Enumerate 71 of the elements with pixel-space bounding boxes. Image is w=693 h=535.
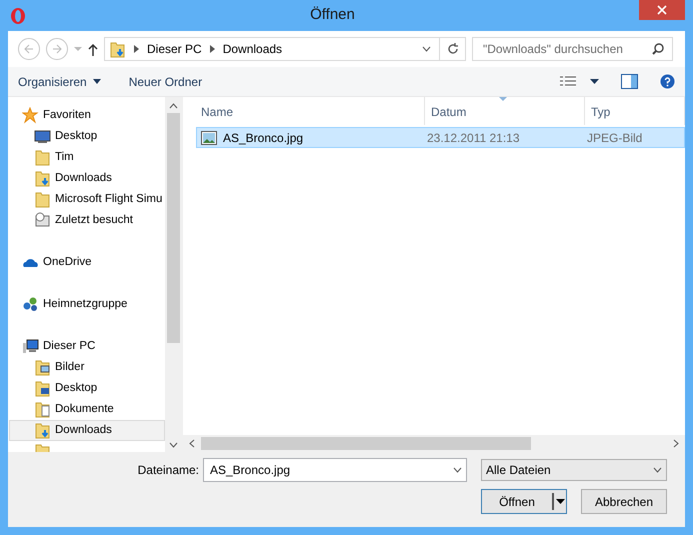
scrollbar-thumb[interactable] <box>201 437 531 450</box>
file-name: AS_Bronco.jpg <box>222 130 304 146</box>
scroll-down-icon[interactable] <box>169 442 178 448</box>
breadcrumb-item[interactable]: Downloads <box>222 40 282 58</box>
nav-item[interactable]: Dieser PC <box>9 336 165 357</box>
preview-pane-icon[interactable] <box>621 74 638 89</box>
search-box[interactable]: "Downloads" durchsuchen <box>472 37 673 61</box>
caret-icon <box>556 499 564 504</box>
download-folder-icon <box>34 170 51 187</box>
nav-item[interactable]: Dokumente <box>9 399 165 420</box>
column-header[interactable]: Typ <box>585 97 685 125</box>
open-button[interactable]: Öffnen <box>481 489 567 514</box>
app-logo-icon <box>10 6 26 24</box>
nav-item[interactable]: Tim <box>9 147 165 168</box>
file-type-dropdown[interactable]: Alle Dateien <box>481 459 667 481</box>
refresh-icon[interactable] <box>446 43 458 55</box>
nav-item[interactable]: Bilder <box>9 357 165 378</box>
nav-item[interactable]: Desktop <box>9 126 165 147</box>
nav-item[interactable]: Microsoft Flight Simu <box>9 189 165 210</box>
column-header[interactable]: Name <box>195 97 425 125</box>
file-type: JPEG-Bild <box>586 130 644 146</box>
caret-icon <box>92 79 101 84</box>
organize-button[interactable]: Organisieren <box>18 72 101 90</box>
folder-icon <box>34 149 51 166</box>
recent-places-icon <box>34 212 51 229</box>
file-row[interactable]: AS_Bronco.jpg 23.12.2011 21:13 JPEG-Bild <box>196 127 685 148</box>
arrow-icon <box>52 44 62 54</box>
desktop-folder-icon <box>34 380 51 397</box>
computer-icon <box>22 338 39 355</box>
download-folder-icon <box>109 40 126 58</box>
nav-item[interactable]: OneDrive <box>9 252 165 273</box>
address-bar[interactable]: Dieser PC Downloads <box>104 37 466 61</box>
monitor-icon <box>34 128 51 145</box>
star-icon <box>22 107 39 124</box>
image-file-icon <box>201 130 217 144</box>
scrollbar-thumb[interactable] <box>167 113 180 343</box>
nav-item[interactable]: Downloads <box>9 168 165 189</box>
cancel-button[interactable]: Abbrechen <box>581 489 667 514</box>
help-icon[interactable] <box>660 74 675 89</box>
filename-label: Dateiname: <box>138 462 199 479</box>
chevron-icon <box>134 45 139 53</box>
breadcrumb-item[interactable]: Dieser PC <box>147 40 202 58</box>
window-title: Öffnen <box>309 5 356 26</box>
view-list-icon[interactable] <box>560 76 576 88</box>
close-button[interactable] <box>639 0 685 20</box>
download-folder-icon <box>34 422 51 439</box>
filename-combo-box[interactable]: AS_Bronco.jpg <box>203 458 467 482</box>
nav-item[interactable]: Zuletzt besucht <box>9 210 165 231</box>
folder-icon <box>34 191 51 208</box>
arrow-icon <box>24 44 34 54</box>
documents-folder-icon <box>34 401 51 418</box>
pictures-folder-icon <box>34 359 51 376</box>
up-arrow-icon[interactable] <box>88 42 98 56</box>
dropdown-caret-icon <box>653 467 662 473</box>
scroll-left-icon[interactable] <box>189 439 195 448</box>
new-folder-button[interactable]: Neuer Ordner <box>128 72 202 90</box>
chevron-icon <box>210 45 215 53</box>
close-icon <box>657 5 667 15</box>
caret-icon[interactable] <box>590 79 599 84</box>
column-header[interactable]: Datum <box>425 97 585 125</box>
network-icon <box>22 296 39 313</box>
scroll-up-icon[interactable] <box>169 103 178 109</box>
nav-item[interactable]: Downloads <box>9 420 165 441</box>
nav-item[interactable]: Heimnetzgruppe <box>9 294 165 315</box>
nav-item[interactable]: Favoriten <box>9 105 165 126</box>
nav-item[interactable]: Desktop <box>9 378 165 399</box>
scroll-right-icon[interactable] <box>673 439 679 448</box>
dropdown-caret-icon <box>453 467 462 473</box>
search-icon <box>652 43 664 55</box>
file-date: 23.12.2011 21:13 <box>426 130 521 146</box>
dropdown-caret-icon <box>422 46 431 52</box>
